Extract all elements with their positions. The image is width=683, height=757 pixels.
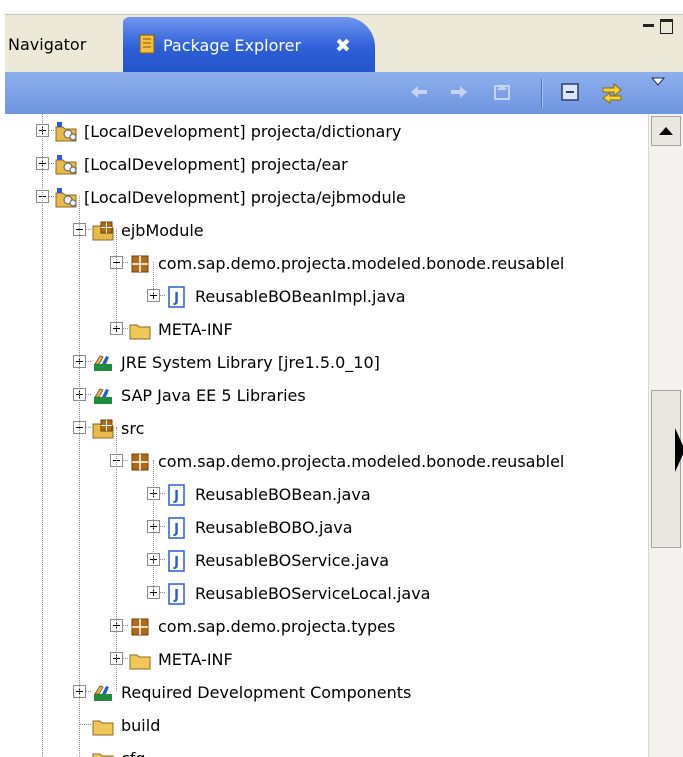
tree-item-label: ReusableBOServiceLocal.java [195, 584, 431, 603]
tree-guide-line [116, 427, 117, 691]
folder-icon [129, 324, 151, 340]
collapse-all-icon[interactable] [558, 80, 582, 104]
package-explorer-icon [139, 34, 155, 54]
java-file-icon: J [168, 517, 185, 539]
tree-guide-line [153, 262, 154, 295]
back-icon[interactable] [407, 80, 431, 104]
tree-connector [79, 724, 91, 725]
view-tab-bar: Navigator Package Explorer ✖ [5, 14, 683, 73]
maximize-icon[interactable] [660, 19, 673, 34]
dc-project-icon [55, 188, 77, 208]
tree-item-label: com.sap.demo.projecta.modeled.bonode.reu… [158, 452, 565, 471]
arrow-up-icon [659, 127, 673, 135]
tree-row[interactable]: JRE System Library [jre1.5.0_10] [5, 347, 648, 380]
svg-text:J: J [173, 522, 179, 537]
folder-icon [92, 720, 114, 736]
project-tree: [LocalDevelopment] projecta/dictionary [L… [5, 114, 648, 757]
java-file-icon: J [168, 583, 185, 605]
package-explorer-view: Navigator Package Explorer ✖ [LocalDevel… [0, 0, 683, 757]
tree-item-label: src [121, 419, 145, 438]
tree-item-label: META-INF [158, 320, 233, 339]
svg-text:J: J [173, 555, 179, 570]
tree-row[interactable]: META-INF [5, 314, 648, 347]
tree-row[interactable]: J ReusableBOBean.java [5, 479, 648, 512]
package-icon [131, 453, 149, 471]
tab-navigator[interactable]: Navigator [8, 30, 86, 60]
dc-project-icon [55, 155, 77, 175]
scroll-up-button[interactable] [651, 116, 681, 146]
tree-row[interactable]: [LocalDevelopment] projecta/dictionary [5, 116, 648, 149]
tree-row[interactable]: ejbModule [5, 215, 648, 248]
view-menu-icon[interactable] [650, 74, 666, 90]
tab-package-explorer[interactable]: Package Explorer ✖ [123, 17, 375, 73]
minimize-icon[interactable] [642, 19, 655, 32]
tree-item-label: ejbModule [121, 221, 204, 240]
tree-guide-line [79, 196, 80, 757]
folder-icon [129, 654, 151, 670]
toolbar-separator [541, 78, 543, 108]
tree-guide-line [153, 460, 154, 592]
tree-row[interactable]: J ReusableBOService.java [5, 545, 648, 578]
tree-item-label: com.sap.demo.projecta.modeled.bonode.reu… [158, 254, 565, 273]
tree-guide-line [116, 229, 117, 328]
tree-row[interactable]: com.sap.demo.projecta.types [5, 611, 648, 644]
tree-row[interactable]: J ReusableBOServiceLocal.java [5, 578, 648, 611]
svg-text:J: J [173, 291, 179, 306]
tree-row[interactable]: [LocalDevelopment] projecta/ejbmodule [5, 182, 648, 215]
tree-row[interactable]: Required Development Components [5, 677, 648, 710]
java-file-icon: J [168, 286, 185, 308]
tree-guide-line [42, 114, 43, 757]
tree-row[interactable]: cfg [5, 743, 648, 757]
tree-row[interactable]: META-INF [5, 644, 648, 677]
tree-item-label: com.sap.demo.projecta.types [158, 617, 396, 636]
tree-row[interactable]: com.sap.demo.projecta.modeled.bonode.reu… [5, 248, 648, 281]
tree-item-label: cfg [121, 747, 146, 757]
tree-row[interactable]: build [5, 710, 648, 743]
tree-item-label: JRE System Library [jre1.5.0_10] [121, 353, 380, 372]
source-folder-icon [92, 221, 114, 241]
java-file-icon: J [168, 550, 185, 572]
svg-text:J: J [173, 588, 179, 603]
sash-arrow-icon[interactable] [675, 420, 683, 480]
dc-project-icon [55, 122, 77, 142]
tree-row[interactable]: com.sap.demo.projecta.modeled.bonode.reu… [5, 446, 648, 479]
tree-item-label: SAP Java EE 5 Libraries [121, 386, 306, 405]
source-folder-icon [92, 419, 114, 439]
tree-item-label: META-INF [158, 650, 233, 669]
view-toolbar [5, 72, 683, 114]
tree-item-label: [LocalDevelopment] projecta/ear [84, 155, 348, 174]
library-icon [94, 685, 112, 701]
tree-row[interactable]: J ReusableBOBeanImpl.java [5, 281, 648, 314]
tree-item-label: [LocalDevelopment] projecta/dictionary [84, 122, 402, 141]
package-icon [131, 618, 149, 636]
up-icon[interactable] [491, 80, 515, 104]
svg-text:J: J [173, 489, 179, 504]
tab-package-explorer-label: Package Explorer [163, 36, 302, 55]
tree-item-label: ReusableBOBO.java [195, 518, 353, 537]
package-icon [131, 255, 149, 273]
tree-item-label: build [121, 716, 161, 735]
link-with-editor-icon[interactable] [600, 80, 624, 104]
tree-row[interactable]: J ReusableBOBO.java [5, 512, 648, 545]
java-file-icon: J [168, 484, 185, 506]
tree-item-label: ReusableBOBeanImpl.java [195, 287, 406, 306]
library-icon [94, 388, 112, 404]
tree-row[interactable]: [LocalDevelopment] projecta/ear [5, 149, 648, 182]
tree-row[interactable]: src [5, 413, 648, 446]
close-icon[interactable]: ✖ [335, 32, 351, 60]
tree-row[interactable]: SAP Java EE 5 Libraries [5, 380, 648, 413]
tree-item-label: [LocalDevelopment] projecta/ejbmodule [84, 188, 406, 207]
tree-item-label: Required Development Components [121, 683, 412, 702]
tree-item-label: ReusableBOService.java [195, 551, 389, 570]
folder-icon [92, 753, 114, 757]
library-icon [94, 355, 112, 371]
forward-icon[interactable] [447, 80, 471, 104]
tree-item-label: ReusableBOBean.java [195, 485, 371, 504]
